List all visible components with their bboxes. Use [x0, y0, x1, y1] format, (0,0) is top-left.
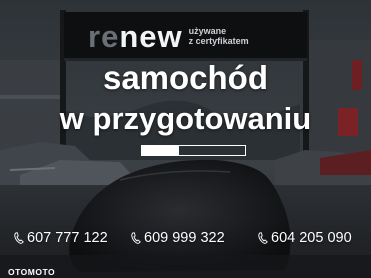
phone-number-text: 607 777 122: [27, 230, 108, 246]
phone-icon: [14, 232, 24, 244]
phone-number-text: 604 205 090: [271, 230, 352, 246]
headline-line1: samochód: [102, 59, 269, 96]
phone-number-1: 607 777 122: [14, 229, 108, 247]
renew-tagline-line1: używane: [188, 26, 227, 36]
placeholder-banner: renew używane z certyfikatem samochód w …: [0, 0, 371, 278]
phone-number-text: 609 999 322: [144, 230, 225, 246]
renew-tagline-line2: z certyfikatem: [188, 36, 249, 46]
renew-logo-re: re: [88, 18, 120, 54]
phone-icon: [131, 232, 141, 244]
progress-bar-fill: [142, 146, 180, 155]
renew-tagline: używane z certyfikatem: [189, 26, 249, 46]
phone-number-2: 609 999 322: [131, 229, 225, 247]
renew-sign: renew używane z certyfikatem: [88, 14, 249, 58]
phone-numbers: 607 777 122 609 999 322 604 205 090: [0, 229, 371, 247]
otomoto-watermark: OTOMOTO: [8, 267, 56, 277]
progress-bar: [141, 145, 246, 156]
renew-logo: renew: [88, 21, 183, 52]
phone-number-3: 604 205 090: [258, 229, 352, 247]
phone-icon: [258, 232, 268, 244]
renew-logo-new: new: [119, 18, 183, 54]
headline-line2: w przygotowaniu: [59, 101, 312, 136]
